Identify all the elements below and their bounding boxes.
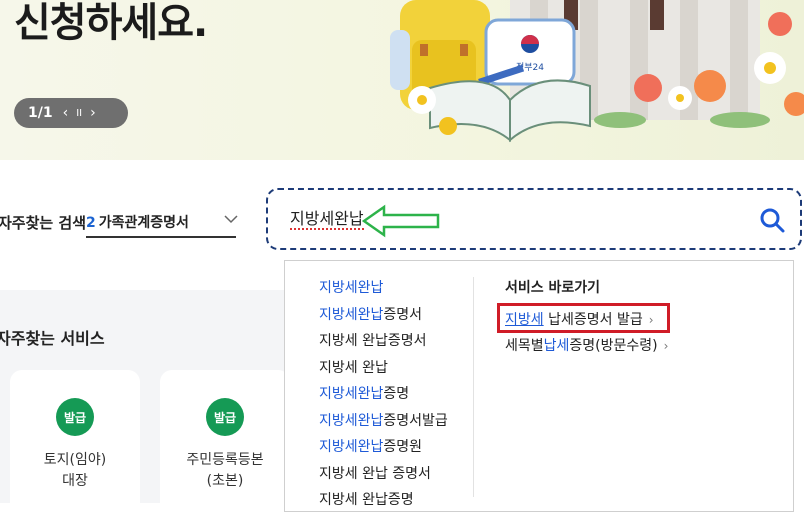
search-input[interactable]: 지방세완납 <box>266 188 802 250</box>
service-card-label: 주민등록등본 (초본) <box>160 450 290 492</box>
arrow-left-icon <box>362 204 440 238</box>
suggestion-item[interactable]: 지방세완납증명서 <box>319 304 448 331</box>
frequent-services-panel: 자주찾는 서비스 발급 토지(임야) 대장 발급 주민등록등본 (초본) <box>0 290 300 520</box>
trending-keyword[interactable]: 2 가족관계증명서 <box>86 212 189 232</box>
service-card-line2: (초본) <box>206 473 244 489</box>
service-card[interactable]: 발급 주민등록등본 (초본) <box>160 370 290 520</box>
pager-pause-button[interactable]: II <box>76 108 82 119</box>
highlight-box <box>497 303 670 333</box>
service-shortcut-link[interactable]: 세목별납세증명(방문수령) › <box>505 333 668 359</box>
suggestion-item[interactable]: 지방세 완납증명서 <box>319 330 448 357</box>
banner-title: 신청하세요. <box>14 0 208 46</box>
banner-pager: 1/1 ‹ II › <box>14 98 128 128</box>
trending-rank-number: 2 <box>86 215 96 231</box>
suggestion-list: 지방세완납 지방세완납증명서 지방세 완납증명서 지방세 완납 지방세완납증명 … <box>319 277 448 516</box>
chevron-right-icon: › <box>663 339 669 353</box>
autocomplete-dropdown: 지방세완납 지방세완납증명서 지방세 완납증명서 지방세 완납 지방세완납증명 … <box>284 260 794 512</box>
suggestion-item[interactable]: 지방세 완납 <box>319 357 448 384</box>
suggestion-item[interactable]: 지방세 완납 증명서 <box>319 463 448 490</box>
service-shortcuts-title: 서비스 바로가기 <box>505 280 601 296</box>
chevron-down-icon[interactable] <box>222 210 240 228</box>
trending-underline <box>86 236 236 238</box>
suggestion-item[interactable]: 지방세완납증명원 <box>319 436 448 463</box>
frequent-search-label: 자주찾는 검색 <box>0 214 87 232</box>
search-row: 자주찾는 검색 2 가족관계증명서 지방세완납 <box>0 188 804 260</box>
service-shortcuts: 서비스 바로가기 지방세 납세증명서 발급 › 세목별납세증명(방문수령) › <box>497 277 670 359</box>
suggestion-item[interactable]: 지방세완납 <box>319 277 448 304</box>
issue-badge: 발급 <box>56 398 94 436</box>
suggestion-item[interactable]: 지방세완납증명 <box>319 383 448 410</box>
service-card[interactable]: 발급 토지(임야) 대장 <box>10 370 140 520</box>
service-shortcut-link[interactable]: 지방세 납세증명서 발급 › <box>497 303 670 333</box>
service-card-label: 토지(임야) 대장 <box>10 450 140 492</box>
service-card-line1: 주민등록등본 <box>186 452 264 468</box>
suggestion-item[interactable]: 지방세완납증명서발급 <box>319 410 448 437</box>
service-card-line1: 토지(임야) <box>43 452 107 468</box>
search-query-text[interactable]: 지방세완납 <box>290 210 364 230</box>
issue-badge: 발급 <box>206 398 244 436</box>
trending-keyword-text: 가족관계증명서 <box>98 215 189 231</box>
pager-prev-button[interactable]: ‹ <box>63 105 69 121</box>
pager-next-button[interactable]: › <box>90 105 96 121</box>
frequent-services-title: 자주찾는 서비스 <box>0 329 105 348</box>
pager-count: 1/1 <box>28 105 53 121</box>
hero-banner: 신청하세요. 1/1 ‹ II › 정부24 <box>0 0 804 160</box>
banner-illustration: 정부24 <box>390 0 804 143</box>
dropdown-divider <box>473 277 474 497</box>
service-card-line2: 대장 <box>62 473 88 489</box>
suggestion-item[interactable]: 지방세 완납증명 <box>319 489 448 516</box>
search-icon[interactable] <box>758 206 786 234</box>
